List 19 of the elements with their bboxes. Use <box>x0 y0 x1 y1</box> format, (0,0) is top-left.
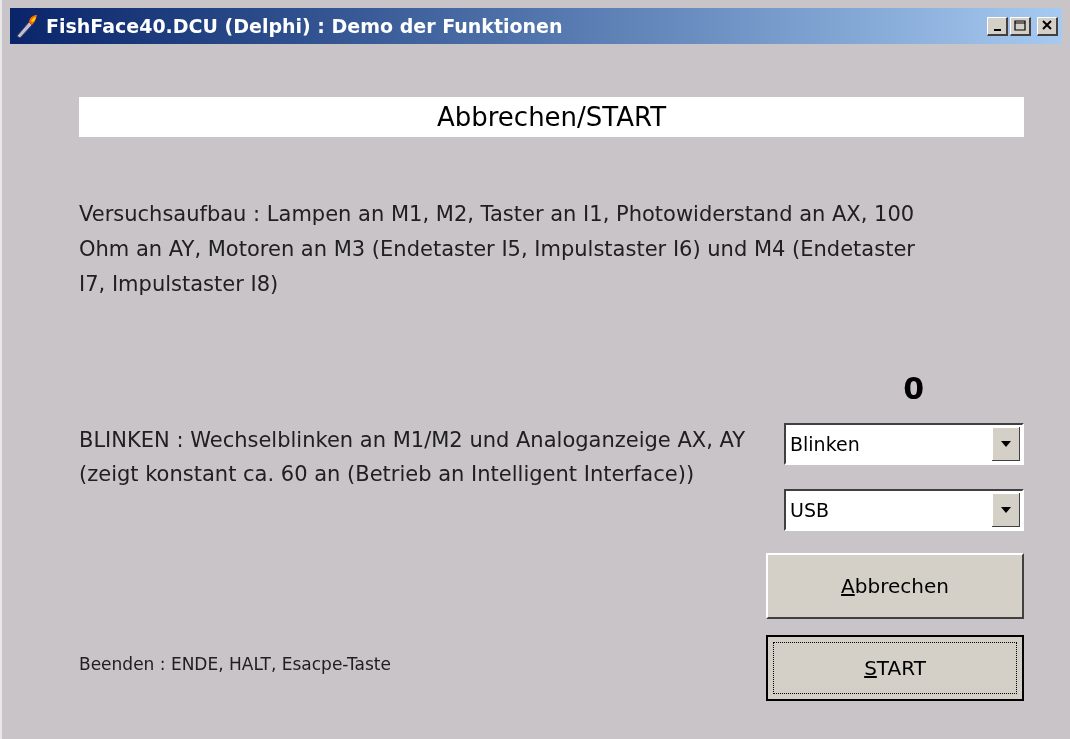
torch-icon <box>14 13 40 39</box>
close-icon <box>1041 20 1053 31</box>
minimize-icon <box>993 28 1001 31</box>
exit-hint: Beenden : ENDE, HALT, Esacpe-Taste <box>79 652 392 676</box>
dropdown[interactable]: Blinken <box>784 423 1024 465</box>
maximize-icon <box>1014 20 1026 31</box>
minimize-button[interactable] <box>987 16 1008 36</box>
banner: Abbrechen/START <box>79 97 1024 137</box>
action-button[interactable]: Abbrechen <box>766 553 1024 619</box>
dropdown-arrow-icon[interactable] <box>992 493 1020 527</box>
window-title: FishFace40.DCU (Delphi) : Demo der Funktionen <box>46 13 564 39</box>
counter-value: 0 <box>903 370 924 408</box>
mode-description: BLINKEN : Wechselblinken an M1/M2 und Analoganzeige AX, AY (zeigt konstant ca. 60 an (Betrieb an Intelligent Interface)) <box>79 427 747 488</box>
dropdown[interactable]: USB <box>784 489 1024 531</box>
setup-description: Versuchsaufbau : Lampen an M1, M2, Taster an I1, Photowiderstand an AX, 100 Ohm an AY, Motoren an M3 (Endetaster I5, Impulstaster I6) und M4 (Endetaster I7, Impulstaster I8) <box>79 201 916 298</box>
maximize-button[interactable] <box>1010 16 1031 36</box>
dropdown-arrow-icon[interactable] <box>992 427 1020 461</box>
action-button[interactable]: START <box>766 635 1024 701</box>
close-button[interactable] <box>1037 16 1058 36</box>
